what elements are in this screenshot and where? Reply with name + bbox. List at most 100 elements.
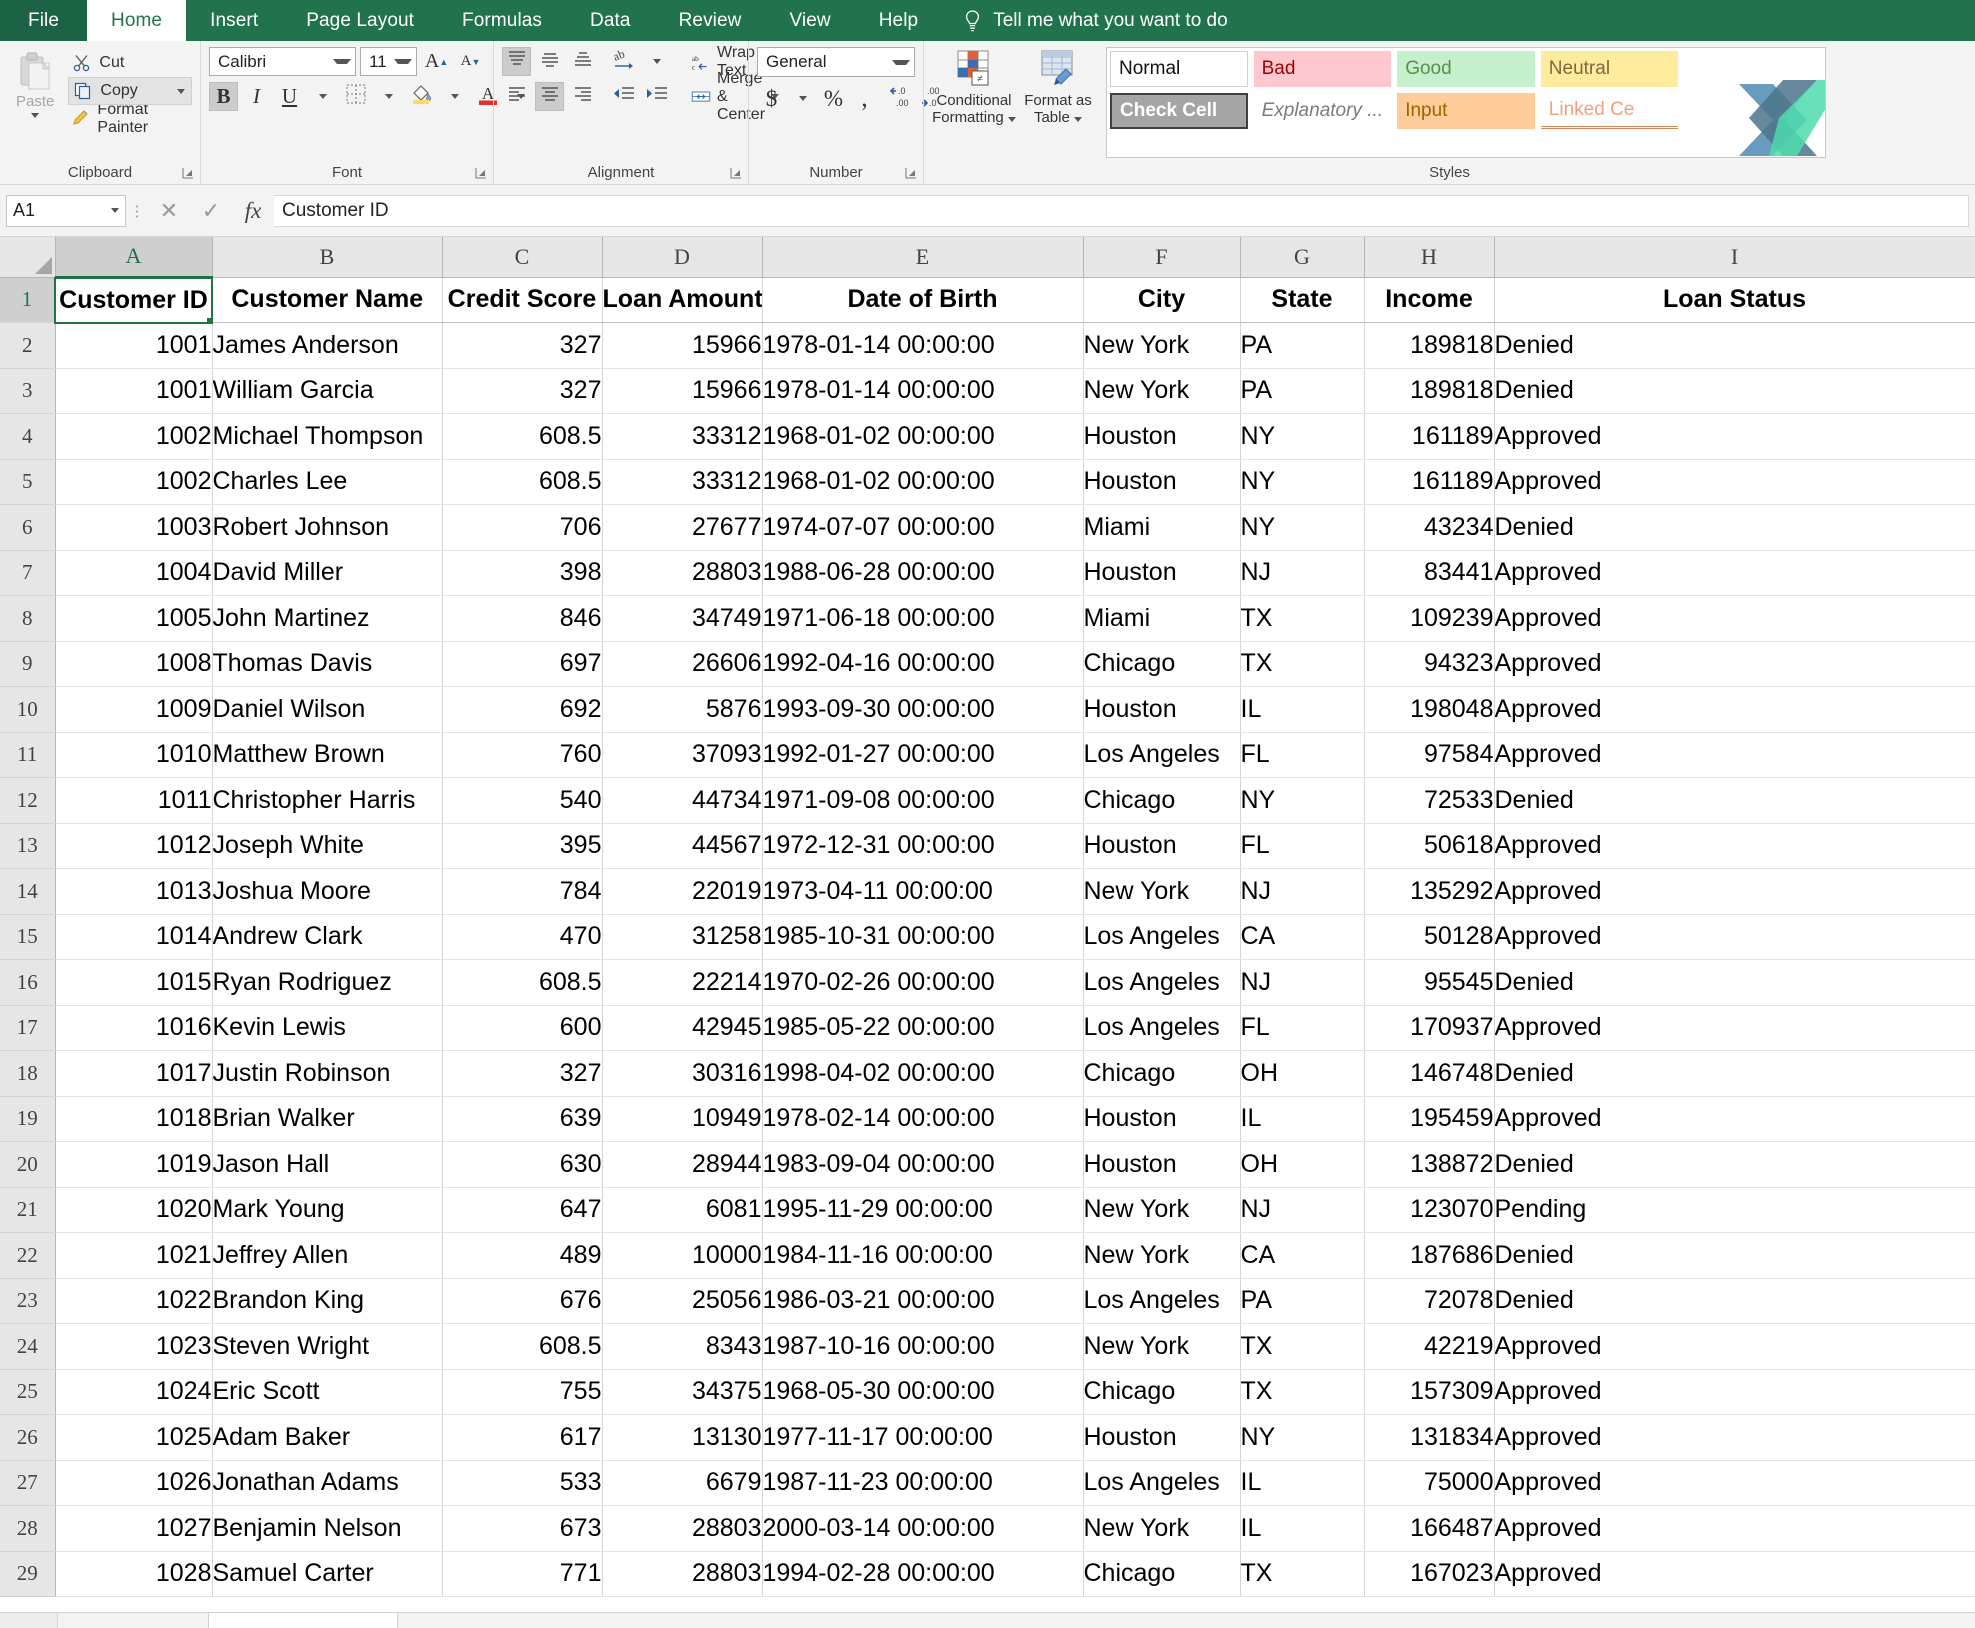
cell-G29[interactable]: TX [1240,1551,1365,1597]
cell-B27[interactable]: Jonathan Adams [212,1460,443,1506]
cell-D3[interactable]: 15966 [602,368,763,414]
cell-I13[interactable]: Approved [1494,823,1975,869]
cell-I22[interactable]: Denied [1494,1232,1975,1279]
currency-dropdown-button[interactable] [788,84,817,113]
cell-D17[interactable]: 42945 [602,1005,763,1051]
cell-E11[interactable]: 1992-01-27 00:00:00 [762,732,1084,778]
underline-button[interactable]: U [275,82,304,111]
font-dialog-launcher-icon[interactable] [475,167,487,179]
cell-H22[interactable]: 187686 [1364,1232,1495,1279]
column-header-h[interactable]: H [1364,237,1495,278]
cell-H11[interactable]: 97584 [1364,732,1495,778]
column-header-a[interactable]: A [55,237,213,279]
cell-H14[interactable]: 135292 [1364,868,1495,915]
row-header-11[interactable]: 11 [0,732,56,778]
cell-A17[interactable]: 1016 [55,1005,213,1051]
cell-B9[interactable]: Thomas Davis [212,641,443,687]
cell-G16[interactable]: NJ [1240,959,1365,1006]
cell-G25[interactable]: TX [1240,1369,1365,1415]
cell-F9[interactable]: Chicago [1083,641,1241,687]
alignment-dialog-launcher-icon[interactable] [730,167,742,179]
column-header-e[interactable]: E [762,237,1084,278]
cell-E18[interactable]: 1998-04-02 00:00:00 [762,1050,1084,1097]
row-header-24[interactable]: 24 [0,1323,56,1370]
cell-D6[interactable]: 27677 [602,504,763,551]
cell-C27[interactable]: 533 [442,1460,603,1506]
cell-A19[interactable]: 1018 [55,1096,213,1142]
cell-I25[interactable]: Approved [1494,1369,1975,1415]
cell-C21[interactable]: 647 [442,1187,603,1233]
cell-H17[interactable]: 170937 [1364,1005,1495,1051]
cell-E9[interactable]: 1992-04-16 00:00:00 [762,641,1084,687]
decrease-font-size-button[interactable]: A ▼ [456,47,485,76]
cell-F5[interactable]: Houston [1083,459,1241,505]
cell-A15[interactable]: 1014 [55,914,213,960]
align-top-button[interactable] [502,47,531,76]
cell-I18[interactable]: Denied [1494,1050,1975,1097]
number-format-combo[interactable]: General [757,47,915,77]
cell-C18[interactable]: 327 [442,1050,603,1097]
cell-G18[interactable]: OH [1240,1050,1365,1097]
cell-F6[interactable]: Miami [1083,504,1241,551]
sheet-tab-active[interactable] [208,1613,398,1628]
cell-G8[interactable]: TX [1240,595,1365,642]
row-header-23[interactable]: 23 [0,1278,56,1324]
cell-D16[interactable]: 22214 [602,959,763,1006]
cell-I24[interactable]: Approved [1494,1323,1975,1370]
cell-H13[interactable]: 50618 [1364,823,1495,869]
tab-help[interactable]: Help [855,0,942,41]
cell-B5[interactable]: Charles Lee [212,459,443,505]
cell-A26[interactable]: 1025 [55,1414,213,1461]
cell-H28[interactable]: 166487 [1364,1505,1495,1552]
currency-button[interactable]: $ [757,84,786,113]
cell-A21[interactable]: 1020 [55,1187,213,1233]
cell-E13[interactable]: 1972-12-31 00:00:00 [762,823,1084,869]
cell-D25[interactable]: 34375 [602,1369,763,1415]
align-left-button[interactable] [502,82,531,111]
cell-E14[interactable]: 1973-04-11 00:00:00 [762,868,1084,915]
cell-E8[interactable]: 1971-06-18 00:00:00 [762,595,1084,642]
row-header-29[interactable]: 29 [0,1551,56,1597]
cell-A24[interactable]: 1023 [55,1323,213,1370]
cell-B3[interactable]: William Garcia [212,368,443,414]
cell-B6[interactable]: Robert Johnson [212,504,443,551]
cell-A16[interactable]: 1015 [55,959,213,1006]
row-header-14[interactable]: 14 [0,868,56,915]
cell-H20[interactable]: 138872 [1364,1141,1495,1188]
cell-G4[interactable]: NY [1240,413,1365,460]
cell-F12[interactable]: Chicago [1083,777,1241,824]
tab-data[interactable]: Data [566,0,655,41]
cell-C3[interactable]: 327 [442,368,603,414]
cell-F29[interactable]: Chicago [1083,1551,1241,1597]
cell-C28[interactable]: 673 [442,1505,603,1552]
row-header-27[interactable]: 27 [0,1460,56,1506]
column-header-g[interactable]: G [1240,237,1365,278]
cell-G2[interactable]: PA [1240,322,1365,369]
cell-B8[interactable]: John Martinez [212,595,443,642]
row-header-19[interactable]: 19 [0,1096,56,1142]
row-header-13[interactable]: 13 [0,823,56,869]
bold-button[interactable]: B [209,82,238,111]
cell-H23[interactable]: 72078 [1364,1278,1495,1324]
comma-button[interactable]: , [850,84,879,113]
row-header-8[interactable]: 8 [0,595,56,642]
cell-H12[interactable]: 72533 [1364,777,1495,824]
cell-B18[interactable]: Justin Robinson [212,1050,443,1097]
cell-D9[interactable]: 26606 [602,641,763,687]
cell-E24[interactable]: 1987-10-16 00:00:00 [762,1323,1084,1370]
cell-F22[interactable]: New York [1083,1232,1241,1279]
row-header-20[interactable]: 20 [0,1141,56,1188]
cell-I10[interactable]: Approved [1494,686,1975,733]
row-header-7[interactable]: 7 [0,550,56,596]
cell-G6[interactable]: NY [1240,504,1365,551]
cell-B17[interactable]: Kevin Lewis [212,1005,443,1051]
font-size-caret-icon[interactable] [394,59,413,64]
formula-input[interactable]: Customer ID [274,194,1969,227]
cell-F24[interactable]: New York [1083,1323,1241,1370]
cell-G5[interactable]: NY [1240,459,1365,505]
cell-style-linked-cell[interactable]: Linked Ce [1540,93,1679,129]
row-header-2[interactable]: 2 [0,322,56,369]
format-as-table-button[interactable]: Format as Table [1016,47,1100,158]
cell-B22[interactable]: Jeffrey Allen [212,1232,443,1279]
cell-D27[interactable]: 6679 [602,1460,763,1506]
